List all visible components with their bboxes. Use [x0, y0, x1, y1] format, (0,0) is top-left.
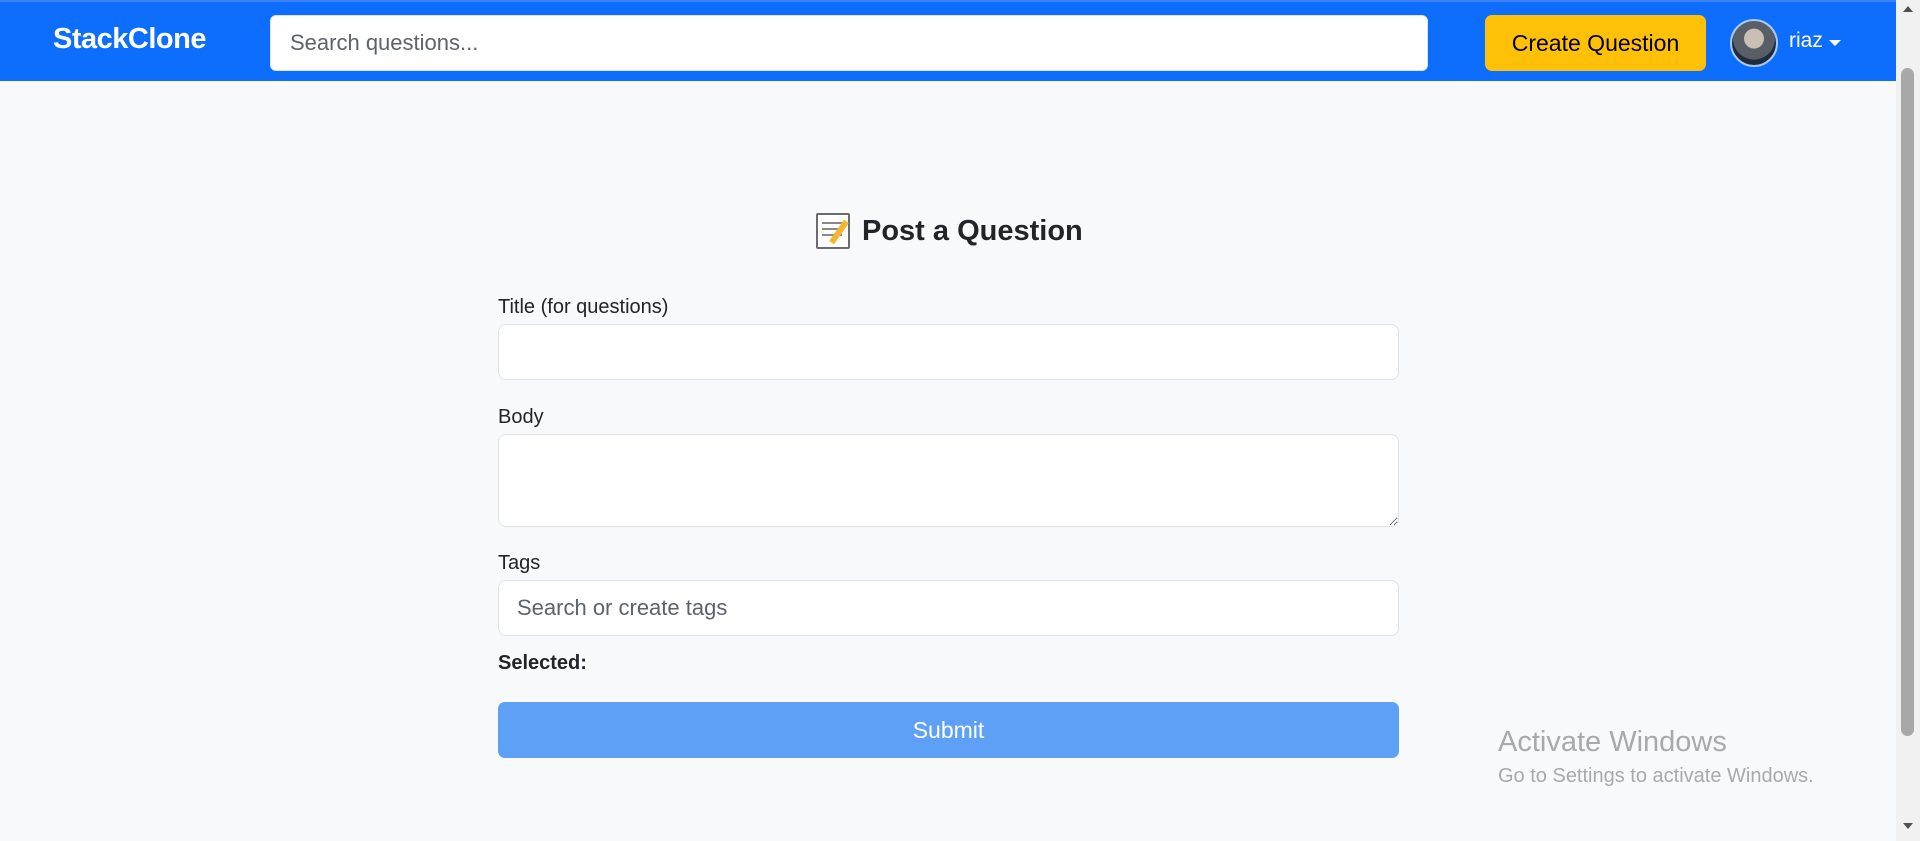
watermark-subtitle: Go to Settings to activate Windows. [1498, 765, 1814, 787]
tags-label: Tags [498, 552, 541, 574]
scrollbar-thumb[interactable] [1901, 68, 1914, 736]
selected-tags-label: Selected: [498, 652, 587, 674]
page: StackClone Create Question riaz Post a Q… [0, 0, 1920, 841]
vertical-scrollbar[interactable] [1896, 0, 1920, 841]
user-menu-toggle[interactable]: riaz [1789, 29, 1841, 53]
memo-icon [816, 213, 850, 249]
activation-watermark: Activate Windows Go to Settings to activ… [1498, 726, 1814, 788]
brand-logo[interactable]: StackClone [53, 23, 206, 56]
avatar[interactable] [1730, 19, 1778, 67]
title-input[interactable] [498, 324, 1399, 380]
username-label: riaz [1789, 29, 1823, 52]
page-title-text: Post a Question [862, 214, 1083, 247]
page-title: Post a Question [816, 213, 1083, 249]
create-question-button[interactable]: Create Question [1485, 15, 1706, 71]
search-input[interactable] [270, 15, 1428, 71]
watermark-title: Activate Windows [1498, 726, 1727, 758]
scroll-down-icon[interactable] [1903, 823, 1913, 829]
body-textarea[interactable] [498, 434, 1399, 527]
caret-down-icon [1828, 39, 1841, 46]
title-label: Title (for questions) [498, 296, 669, 318]
submit-button[interactable]: Submit [498, 702, 1399, 758]
scroll-up-icon[interactable] [1903, 6, 1913, 12]
body-label: Body [498, 406, 544, 428]
tags-input[interactable] [498, 580, 1399, 636]
top-navbar: StackClone Create Question riaz [0, 0, 1896, 81]
